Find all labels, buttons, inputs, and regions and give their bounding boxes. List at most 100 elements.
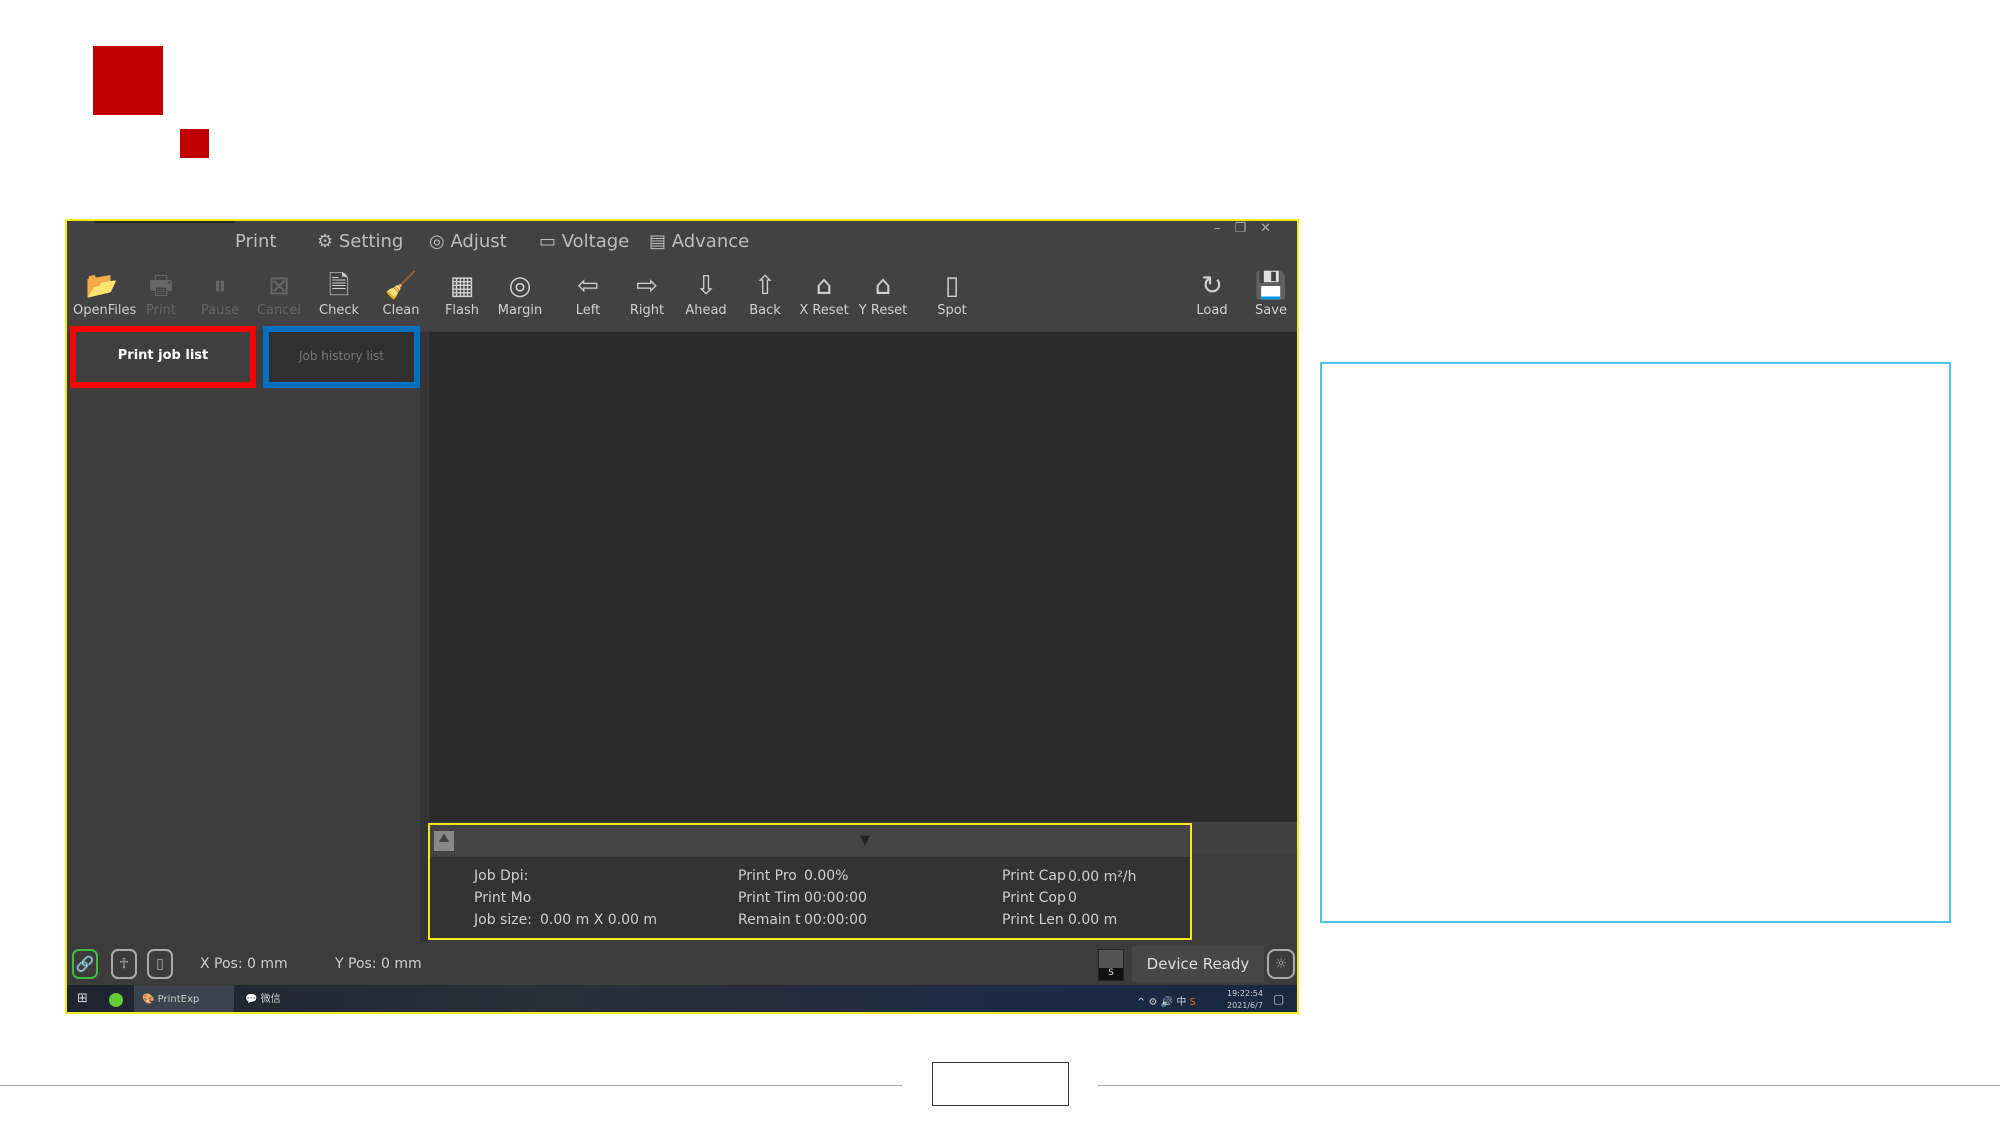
progress-label: Print Pro (738, 868, 797, 884)
toolbar-label: Margin (497, 303, 543, 318)
grid-icon: ▦ (449, 271, 475, 301)
toolbar-button-spot[interactable]: ▯ Spot (923, 269, 981, 318)
capacity-label: Print Cap (1002, 868, 1066, 884)
menu-setting-label: Setting (338, 231, 404, 252)
toolbar-button-check[interactable]: 🗎 Check (310, 269, 368, 318)
toolbar-button-load[interactable]: ↻ Load (1183, 269, 1241, 318)
toolbar-button-x-reset[interactable]: ⌂ X Reset (795, 269, 853, 318)
home-icon: ⌂ (874, 271, 892, 301)
toolbar-label: X Reset (799, 303, 849, 318)
arrow-right-icon: ⇨ (636, 271, 658, 301)
menu-advance-label: Advance (671, 231, 750, 252)
toolbar-label: Left (575, 303, 601, 318)
status-bar: 🔗 ☥ ▯ X Pos: 0 mm Y Pos: 0 mm S Device R… (67, 943, 1297, 985)
menu-setting[interactable]: ⚙ Setting (317, 231, 403, 252)
menu-voltage-label: Voltage (561, 231, 630, 252)
toolbar-button-clean[interactable]: 🧹 Clean (372, 269, 430, 318)
job-dpi-label: Job Dpi: (474, 868, 529, 884)
printer-icon: 🖶 (148, 271, 174, 301)
taskbar-clock: 19:22:54 2021/6/7 (1227, 988, 1263, 1012)
link-icon[interactable]: 🔗 (72, 949, 98, 979)
menu-adjust-label: Adjust (450, 231, 507, 252)
toolbar-label: Clean (382, 303, 420, 318)
notification-icon[interactable]: ▢ (1273, 992, 1284, 1006)
home-icon: ⌂ (815, 271, 833, 301)
broom-icon: 🧹 (384, 271, 418, 301)
toolbar-button-print[interactable]: 🖶 Print (132, 269, 190, 318)
light-bulb-icon[interactable]: ☼ (1267, 949, 1295, 979)
toolbar-label: Spot (937, 303, 967, 318)
remain-label: Remain t (738, 912, 801, 928)
pause-icon: ⏸ (213, 271, 227, 301)
system-tray-icons[interactable]: ^ ⚙ 🔊 中 S (1137, 993, 1196, 1008)
toolbar-label: Pause (200, 303, 240, 318)
progress-value: 0.00% (804, 868, 849, 884)
taskbar-app-wechat-label: 微信 (260, 994, 281, 1005)
expand-chevron-icon[interactable]: ▼ (860, 833, 870, 848)
toolbar-button-cancel[interactable]: ⊠ Cancel (250, 269, 308, 318)
job-size-label: Job size: (474, 912, 532, 928)
length-value: 0.00 m (1068, 912, 1118, 928)
toolbar-label: Right (629, 303, 665, 318)
footer-line-left (0, 1085, 902, 1086)
menu-print[interactable]: Print (235, 231, 276, 252)
toolbar-label: Load (1196, 303, 1228, 318)
toolbar-label: Cancel (256, 303, 302, 318)
tab-print-job-list[interactable]: Print job list (70, 326, 256, 388)
job-size-value: 0.00 m X 0.00 m (540, 912, 658, 928)
target-icon: ◎ (508, 271, 532, 301)
length-label: Print Len (1002, 912, 1064, 928)
toolbar-button-right[interactable]: ⇨ Right (618, 269, 676, 318)
page-number-box (932, 1062, 1069, 1106)
close-button[interactable]: ✕ (1260, 221, 1285, 236)
toolbar-button-y-reset[interactable]: ⌂ Y Reset (854, 269, 912, 318)
capacity-value: 0.00 m²/h (1068, 869, 1137, 885)
toolbar-label: Ahead (685, 303, 727, 318)
arrow-up-icon: ⇧ (754, 271, 776, 301)
remain-value: 00:00:00 (804, 912, 867, 928)
toolbar-button-save[interactable]: 💾 Save (1242, 269, 1297, 318)
arrow-left-icon: ⇦ (577, 271, 599, 301)
print-time-label: Print Tim (738, 890, 801, 906)
toolbar-button-left[interactable]: ⇦ Left (559, 269, 617, 318)
save-icon: 💾 (1254, 271, 1288, 301)
taskbar-app-printexp-label: PrintExp (157, 994, 200, 1005)
person-icon[interactable]: ☥ (111, 949, 137, 979)
open-files-icon: 📂 (85, 271, 119, 301)
restore-button[interactable]: ❐ (1234, 221, 1260, 236)
taskbar-app-printexp[interactable]: 🎨 PrintExp (134, 985, 234, 1012)
slide-title-marker (93, 46, 163, 115)
copies-label: Print Cop (1002, 890, 1066, 906)
refresh-icon: ↻ (1201, 271, 1223, 301)
menu-advance[interactable]: ▤ Advance (649, 231, 749, 252)
toolbar-button-ahead[interactable]: ⇩ Ahead (677, 269, 735, 318)
print-time-value: 00:00:00 (804, 890, 867, 906)
preview-area (429, 332, 1297, 822)
clock-time: 19:22:54 (1227, 989, 1263, 998)
image-icon: ⛰ (434, 831, 454, 851)
x-position: X Pos: 0 mm (200, 956, 288, 972)
toolbar-label: Back (749, 303, 781, 318)
taskbar-app-wechat[interactable]: 💬 微信 (237, 985, 337, 1012)
toolbar-button-pause[interactable]: ⏸ Pause (191, 269, 249, 318)
toolbar-label: OpenFiles (73, 303, 137, 318)
thermometer-icon[interactable]: ▯ (147, 949, 173, 979)
windows-start-icon[interactable]: ⊞ (77, 991, 88, 1006)
toolbar-label: Flash (444, 303, 480, 318)
toolbar-button-flash[interactable]: ▦ Flash (433, 269, 491, 318)
toolbar-button-openfiles[interactable]: 📂 OpenFiles (73, 269, 136, 318)
clock-date: 2021/6/7 (1227, 1001, 1263, 1010)
toolbar-button-margin[interactable]: ◎ Margin (491, 269, 549, 318)
tab-job-history-list[interactable]: Job history list (263, 326, 420, 388)
app-green-icon[interactable] (109, 993, 123, 1007)
slide-bullet-marker (180, 129, 209, 158)
minimize-button[interactable]: – (1214, 221, 1235, 236)
cancel-icon: ⊠ (268, 271, 290, 301)
menu-adjust[interactable]: ◎ Adjust (429, 231, 507, 252)
y-position: Y Pos: 0 mm (335, 956, 422, 972)
toolbar-label: Save (1255, 303, 1287, 318)
job-info-panel: ⛰ ▼ Job Dpi: Print Mo Job size: 0.00 m X… (428, 823, 1192, 940)
menu-voltage[interactable]: ▭ Voltage (539, 231, 629, 252)
job-list-panel (67, 388, 420, 943)
toolbar-button-back[interactable]: ⇧ Back (736, 269, 794, 318)
